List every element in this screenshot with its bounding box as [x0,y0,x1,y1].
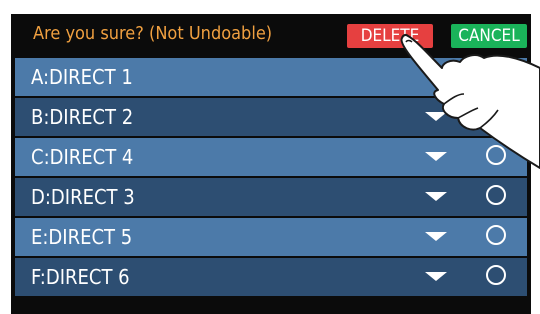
delete-button[interactable]: DELETE [347,24,433,48]
triangle-down-icon[interactable] [425,152,447,161]
radio-circle-icon[interactable] [486,185,506,205]
triangle-down-icon[interactable] [425,72,447,81]
list-item[interactable]: C:DIRECT 4 [15,136,527,176]
radio-circle-icon[interactable] [486,265,506,285]
radio-circle-icon[interactable] [486,65,506,85]
triangle-down-icon[interactable] [425,272,447,281]
list-item-label: C:DIRECT 4 [31,145,134,169]
radio-circle-icon[interactable] [486,225,506,245]
triangle-down-icon[interactable] [425,192,447,201]
confirm-prompt: Are you sure? (Not Undoable) [33,23,273,44]
list-item[interactable]: F:DIRECT 6 [15,256,527,296]
radio-circle-icon[interactable] [486,105,506,125]
patch-list: A:DIRECT 1 B:DIRECT 2 C:DIRECT 4 D:DIREC… [15,56,527,296]
list-item-label: A:DIRECT 1 [31,65,133,89]
list-item-label: B:DIRECT 2 [31,105,134,129]
list-item[interactable]: B:DIRECT 2 [15,96,527,136]
list-item-label: E:DIRECT 5 [31,225,133,249]
touch-screen: Are you sure? (Not Undoable) DELETE CANC… [11,14,531,314]
list-item-label: D:DIRECT 3 [31,185,135,209]
list-item[interactable]: A:DIRECT 1 [15,56,527,96]
list-item-label: F:DIRECT 6 [31,265,130,289]
list-item[interactable]: E:DIRECT 5 [15,216,527,256]
triangle-down-icon[interactable] [425,232,447,241]
confirm-header: Are you sure? (Not Undoable) DELETE CANC… [11,14,531,56]
radio-circle-icon[interactable] [486,145,506,165]
cancel-button[interactable]: CANCEL [451,24,527,48]
triangle-down-icon[interactable] [425,112,447,121]
list-item[interactable]: D:DIRECT 3 [15,176,527,216]
